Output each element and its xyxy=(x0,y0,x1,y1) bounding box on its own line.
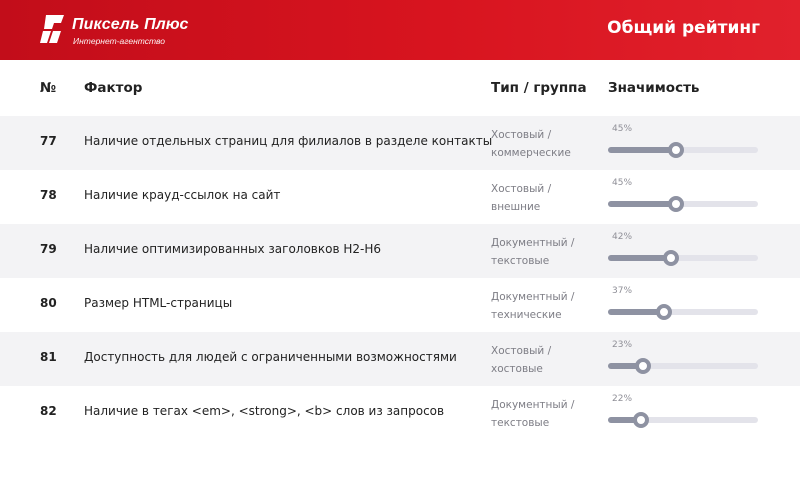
logo-name: Пиксель Плюс xyxy=(72,16,189,33)
row-number: 78 xyxy=(40,188,57,202)
type-line: Документный / xyxy=(491,237,575,249)
group-line: текстовые xyxy=(491,255,550,267)
group-line: технические xyxy=(491,309,562,321)
significance-percent: 45% xyxy=(612,124,633,134)
significance-percent: 22% xyxy=(612,394,633,404)
significance-knob xyxy=(655,304,672,320)
significance-slider: 23% xyxy=(608,340,758,380)
significance-slider: 45% xyxy=(608,178,758,218)
logo-tagline: Интернет-агентство xyxy=(73,36,166,46)
factor-type: Хостовый / коммерческие xyxy=(491,126,571,162)
significance-track xyxy=(608,304,758,320)
type-line: Документный / xyxy=(491,399,575,411)
group-line: хостовые xyxy=(491,363,543,375)
page-title: Общий рейтинг xyxy=(607,18,760,38)
factor-name: Доступность для людей с ограниченными во… xyxy=(84,350,457,364)
factor-type: Хостовый / внешние xyxy=(491,180,551,216)
significance-track xyxy=(608,412,758,428)
group-line: коммерческие xyxy=(491,147,571,159)
group-line: внешние xyxy=(491,201,541,213)
significance-knob xyxy=(634,358,651,374)
significance-percent: 23% xyxy=(612,340,633,350)
significance-track xyxy=(608,358,758,374)
significance-fill xyxy=(608,255,671,261)
pixel-plus-logo-icon xyxy=(40,15,64,43)
row-number: 79 xyxy=(40,242,57,256)
table-row: 79 Наличие оптимизированных заголовков H… xyxy=(0,224,800,278)
significance-track xyxy=(608,142,758,158)
significance-percent: 37% xyxy=(612,286,633,296)
table-row: 78 Наличие крауд-ссылок на сайт Хостовый… xyxy=(0,170,800,224)
table-header: № Фактор Тип / группа Значимость xyxy=(0,60,800,116)
factor-type: Документный / текстовые xyxy=(491,234,574,270)
table-row: 77 Наличие отдельных страниц для филиало… xyxy=(0,116,800,170)
table-row: 80 Размер HTML-страницы Документный / те… xyxy=(0,278,800,332)
factor-name: Наличие оптимизированных заголовков H2-H… xyxy=(84,242,381,256)
type-line: Хостовый / xyxy=(491,183,552,195)
type-line: Документный / xyxy=(491,291,575,303)
significance-knob xyxy=(633,412,649,428)
factor-name: Размер HTML-страницы xyxy=(84,296,233,310)
significance-slider: 37% xyxy=(608,286,758,326)
significance-percent: 42% xyxy=(612,232,633,242)
significance-slider: 42% xyxy=(608,232,758,272)
column-header-factor: Фактор xyxy=(84,80,143,96)
row-number: 82 xyxy=(40,404,57,418)
column-header-significance: Значимость xyxy=(608,80,700,96)
significance-slider: 22% xyxy=(608,394,758,434)
factor-type: Документный / технические xyxy=(491,288,574,324)
row-number: 80 xyxy=(40,296,57,310)
significance-knob xyxy=(667,196,684,212)
row-number: 81 xyxy=(40,350,57,364)
significance-fill xyxy=(608,201,676,207)
group-line: текстовые xyxy=(491,417,550,429)
factor-type: Документный / текстовые xyxy=(491,396,574,432)
header-bar: Пиксель Плюс Интернет-агентство Общий ре… xyxy=(0,0,800,60)
significance-track xyxy=(608,250,758,266)
significance-knob xyxy=(663,250,679,266)
type-line: Хостовый / xyxy=(491,129,552,141)
significance-percent: 45% xyxy=(612,178,633,188)
table-row: 82 Наличие в тегах <em>, <strong>, <b> с… xyxy=(0,386,800,440)
significance-track xyxy=(608,196,758,212)
row-number: 77 xyxy=(40,134,57,148)
factor-name: Наличие крауд-ссылок на сайт xyxy=(84,188,281,202)
significance-fill xyxy=(608,147,676,153)
factor-name: Наличие в тегах <em>, <strong>, <b> слов… xyxy=(84,404,445,418)
logo[interactable]: Пиксель Плюс Интернет-агентство xyxy=(40,13,240,49)
significance-knob xyxy=(667,142,684,158)
column-header-type: Тип / группа xyxy=(491,80,587,96)
factor-name: Наличие отдельных страниц для филиалов в… xyxy=(84,134,493,148)
table-row: 81 Доступность для людей с ограниченными… xyxy=(0,332,800,386)
significance-slider: 45% xyxy=(608,124,758,164)
factor-type: Хостовый / хостовые xyxy=(491,342,551,378)
column-header-num: № xyxy=(40,80,57,96)
type-line: Хостовый / xyxy=(491,345,552,357)
